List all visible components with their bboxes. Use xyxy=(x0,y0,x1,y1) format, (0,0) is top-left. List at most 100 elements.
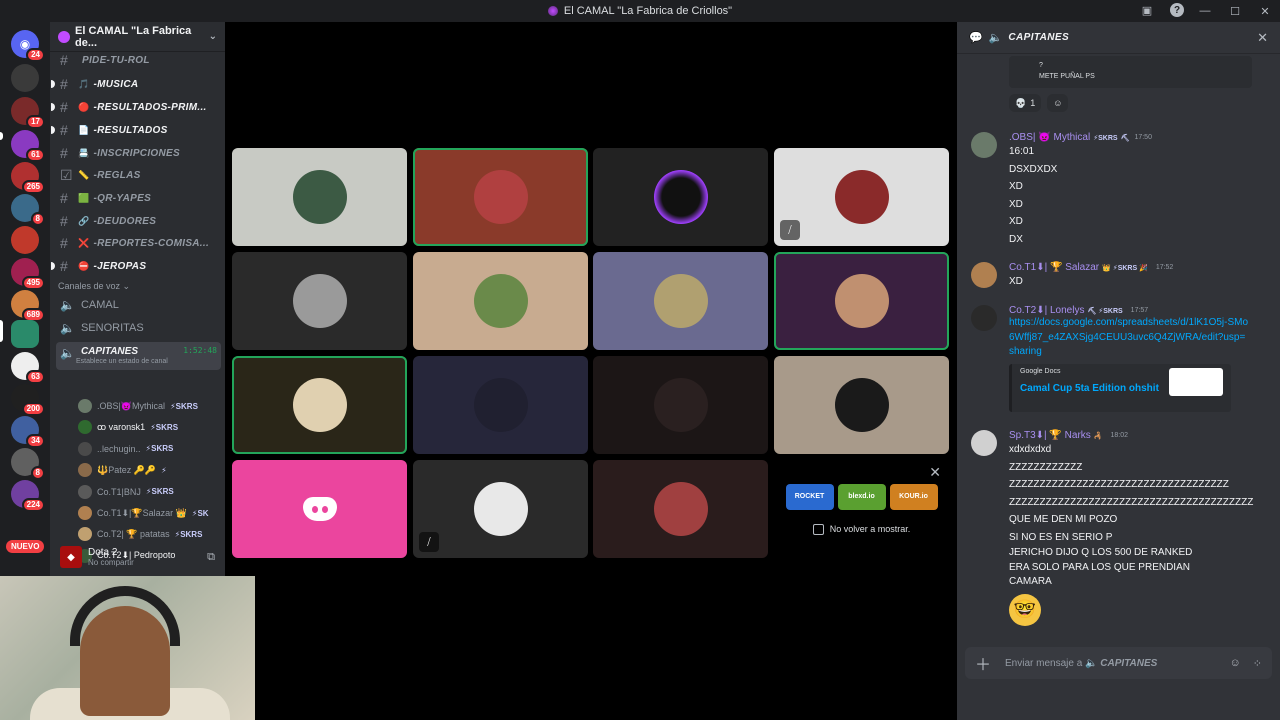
voice-user[interactable]: .OBS|👿Mythical ⚡SKRS xyxy=(78,396,223,416)
plus-icon[interactable]: ＋ xyxy=(975,651,991,675)
activity-promo-tile[interactable]: ✕ ROCKET blexd.io KOUR.io No volver a mostra… xyxy=(774,460,949,558)
server-icon[interactable]: 495 xyxy=(11,258,45,290)
participant-tile[interactable] xyxy=(593,460,768,558)
game-card[interactable]: blexd.io xyxy=(837,483,886,510)
close-icon[interactable]: ✕ xyxy=(929,464,941,481)
voice-user[interactable]: Co.T1⬇|🏆Salazar 👑 ⚡SK xyxy=(78,503,223,523)
participant-tile[interactable] xyxy=(774,356,949,454)
game-card[interactable]: KOUR.io xyxy=(889,483,938,510)
server-icon[interactable]: 265 xyxy=(11,162,45,194)
channel-item[interactable]: # PIDE-TU-ROL xyxy=(56,50,221,70)
voice-user-name: ..lechugin.. xyxy=(97,443,141,454)
server-icon[interactable]: 224 xyxy=(11,480,45,512)
channel-item[interactable]: ☑ 📏 -REGLAS xyxy=(56,165,221,185)
stream-icon[interactable]: ⧉ xyxy=(207,551,215,564)
window-title: El CAMAL "La Fabrica de Criollos" xyxy=(547,5,732,17)
add-reaction-button[interactable]: ☺ xyxy=(1047,94,1069,112)
author-name[interactable]: Co.T2⬇| Lonelys xyxy=(1009,305,1084,316)
participant-tile[interactable] xyxy=(232,356,407,454)
message-line: DX xyxy=(1009,233,1023,245)
participant-tile[interactable] xyxy=(593,252,768,350)
participant-tile[interactable] xyxy=(413,356,588,454)
participant-tile[interactable] xyxy=(593,148,768,246)
reaction-count: 1 xyxy=(1030,98,1036,108)
server-icon[interactable]: 61 xyxy=(11,130,45,162)
server-icon[interactable] xyxy=(11,226,39,254)
server-icon[interactable] xyxy=(11,64,39,92)
server-icon[interactable]: 63 xyxy=(11,352,45,384)
checkbox-icon[interactable] xyxy=(812,523,824,535)
voice-category-header[interactable]: Canales de voz ⌄ xyxy=(58,281,130,292)
server-icon[interactable]: 8 xyxy=(11,194,45,226)
channel-item[interactable]: # 🎵 -MUSICA xyxy=(51,74,221,94)
voice-user[interactable]: 🔱Patez 🔑🔑 ⚡ xyxy=(78,460,223,480)
channel-item[interactable]: # 📄 -RESULTADOS xyxy=(51,120,221,140)
channel-item[interactable]: # 🔗 -DEUDORES xyxy=(56,211,221,231)
channel-item[interactable]: # ⛔ -JEROPAS xyxy=(51,256,221,276)
apps-icon[interactable]: ⁘ xyxy=(1253,657,1262,670)
message-link[interactable]: https://docs.google.com/spreadsheets/d/1… xyxy=(1009,316,1249,360)
voice-channel-senoritas[interactable]: 🔈 SENORITAS xyxy=(56,318,221,338)
server-icon[interactable]: 200 xyxy=(11,384,45,416)
dont-show-checkbox[interactable]: No volver a mostrar. xyxy=(812,523,910,535)
chevron-down-icon: ⌄ xyxy=(208,31,217,42)
message-line: QUE ME DEN MI POZO xyxy=(1009,514,1118,525)
voice-channel-label: CAMAL xyxy=(80,299,119,311)
server-icon[interactable]: 689 xyxy=(11,290,45,322)
participant-tile[interactable]: ⧸ xyxy=(774,148,949,246)
help-icon[interactable]: ? xyxy=(1170,3,1184,17)
channel-item[interactable]: # 📇 -INSCRIPCIONES xyxy=(56,143,221,163)
message-time: 17:57 xyxy=(1130,307,1149,314)
participant-tile[interactable] xyxy=(593,356,768,454)
server-badge: 265 xyxy=(21,180,45,194)
avatar[interactable] xyxy=(971,262,997,288)
channel-status-prompt[interactable]: Establece un estado de canal xyxy=(76,358,168,365)
composer-placeholder-text: Enviar mensaje a xyxy=(1005,657,1083,669)
voice-channel-camal[interactable]: 🔈 CAMAL xyxy=(56,295,221,315)
server-icon[interactable]: 17 xyxy=(11,97,45,129)
channel-item[interactable]: # ❌ -REPORTES-COMISA... xyxy=(56,233,221,253)
game-card[interactable]: ROCKET xyxy=(785,483,834,510)
avatar[interactable] xyxy=(971,305,997,331)
minimize-button[interactable]: — xyxy=(1190,5,1220,17)
participant-tile[interactable] xyxy=(413,252,588,350)
composer-placeholder[interactable]: Enviar mensaje a 🔈 CAPITANES xyxy=(1005,658,1157,669)
close-window-button[interactable]: ✕ xyxy=(1250,5,1280,18)
participant-tile[interactable] xyxy=(413,148,588,246)
voice-user[interactable]: Co.T1|BNJ ⚡SKRS xyxy=(78,482,223,502)
author-name[interactable]: .OBS| 👿 Mythical xyxy=(1009,132,1090,143)
participant-tile[interactable] xyxy=(774,252,949,350)
hash-icon: # xyxy=(60,99,69,115)
participant-tile[interactable] xyxy=(232,460,407,558)
maximize-button[interactable]: ☐ xyxy=(1220,5,1250,18)
server-icon[interactable]: 8 xyxy=(11,448,45,480)
channel-item[interactable]: # 🔴 -RESULTADOS-PRIM... xyxy=(51,97,221,117)
server-icon-selected[interactable] xyxy=(11,320,39,348)
message-composer[interactable]: ＋ Enviar mensaje a 🔈 CAPITANES ☺ ⁘ xyxy=(965,647,1272,679)
voice-user[interactable]: ..lechugin.. ⚡SKRS xyxy=(78,439,223,459)
direct-messages-button[interactable]: ◉ 24 xyxy=(11,30,45,62)
channel-item[interactable]: # 🟩 -QR-YAPES xyxy=(56,188,221,208)
author-name[interactable]: Co.T1⬇| 🏆 Salazar xyxy=(1009,262,1099,273)
server-badge: 17 xyxy=(26,115,45,129)
avatar xyxy=(78,484,92,499)
avatar[interactable] xyxy=(971,430,997,456)
participant-tile[interactable]: ⧸ xyxy=(413,460,588,558)
inbox-icon[interactable]: ▣ xyxy=(1140,3,1154,17)
emoji-icon[interactable]: ☺ xyxy=(1230,657,1241,670)
voice-channel-capitanes[interactable]: 🔈 CAPITANES 1:52:48 Establece un estado … xyxy=(56,342,221,370)
close-icon[interactable]: ✕ xyxy=(1257,30,1268,46)
avatar[interactable] xyxy=(971,132,997,158)
unread-indicator xyxy=(51,262,55,270)
voice-user[interactable]: ꝏ varonsk1 ⚡SKRS xyxy=(78,417,223,437)
avatar xyxy=(292,274,347,328)
message-line: xdxdxdxd xyxy=(1009,444,1052,455)
server-icon[interactable]: 34 xyxy=(11,416,45,448)
participant-tile[interactable] xyxy=(232,252,407,350)
server-header[interactable]: El CAMAL "La Fabrica de... ⌄ xyxy=(50,22,225,52)
participant-tile[interactable] xyxy=(232,148,407,246)
reaction-skull[interactable]: 💀 1 xyxy=(1009,94,1042,112)
new-badge: NUEVO xyxy=(6,540,45,553)
author-name[interactable]: Sp.T3⬇| 🏆 Narks xyxy=(1009,430,1091,441)
activity-panel: ◆ Dota 2 No compartir ⧉ xyxy=(56,540,219,574)
